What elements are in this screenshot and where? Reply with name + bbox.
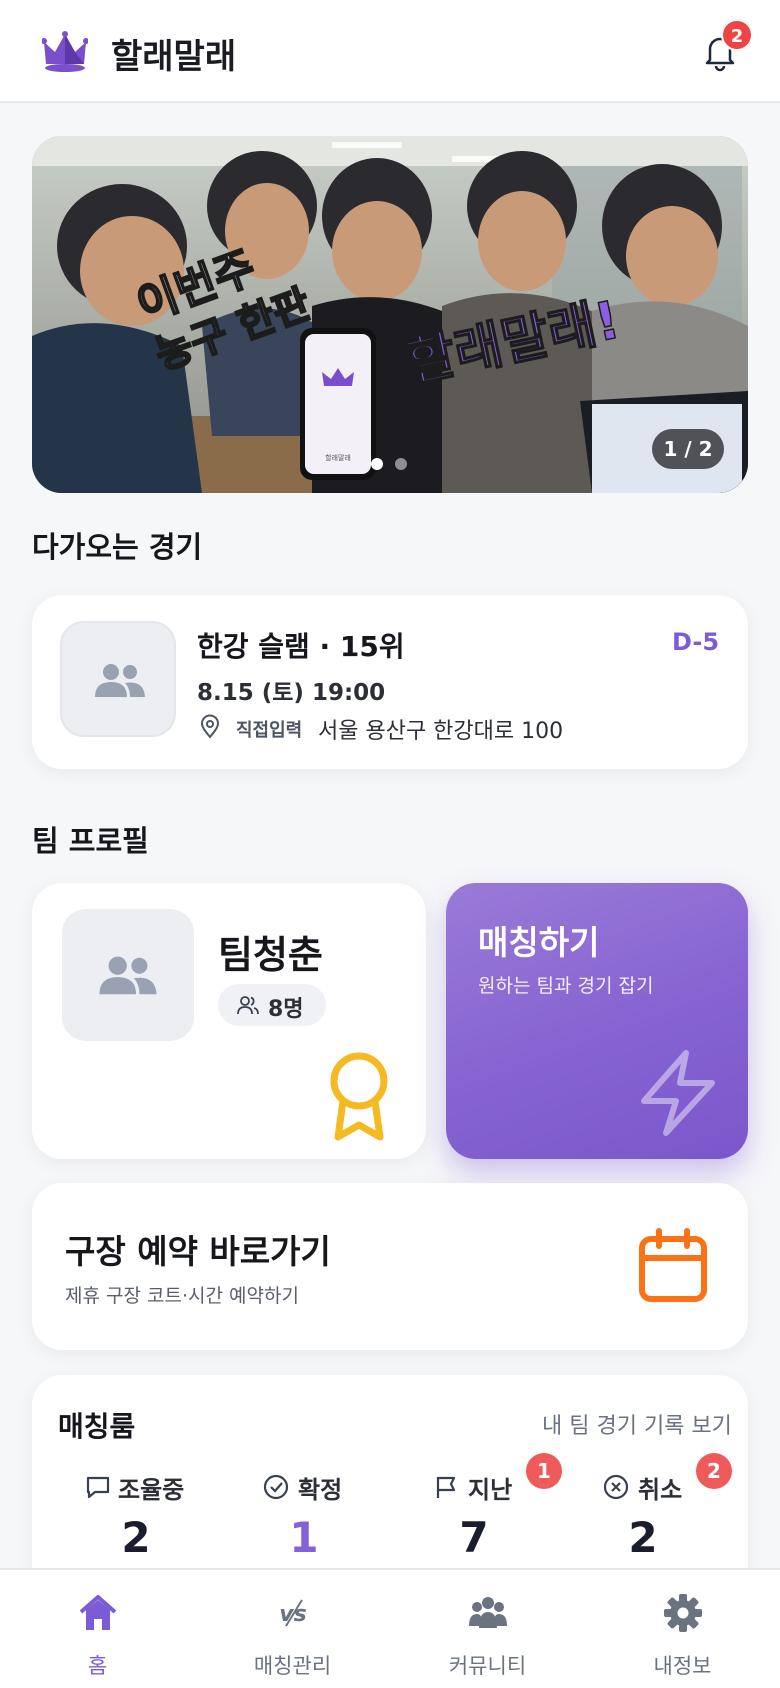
stat-badge-past: 1 — [526, 1453, 562, 1489]
stat-label-past[interactable]: 지난 — [468, 1470, 512, 1505]
match-datetime: 8.15 (토) 19:00 — [197, 680, 386, 706]
promo-banner[interactable]: 할래말래 이번주 농구 한판 할래말래! — [32, 136, 748, 493]
location-pin-icon — [200, 714, 220, 739]
bottom-nav: 홈 vs 매칭관리 커뮤니티 — [0, 1568, 780, 1688]
banner-illustration: 할래말래 이번주 농구 한판 할래말래! — [32, 136, 748, 493]
upcoming-section-title: 다가오는 경기 — [32, 530, 203, 564]
upcoming-match-card[interactable]: 한강 슬램 · 15위 D-5 8.15 (토) 19:00 직접입력 서울 용… — [32, 595, 748, 769]
home-icon — [79, 1595, 117, 1630]
nav-community-label: 커뮤니티 — [448, 1654, 527, 1678]
lightning-icon — [641, 1050, 715, 1136]
cancel-circle-icon — [603, 1474, 629, 1500]
location-tag: 직접입력 — [236, 720, 303, 741]
member-count-chip: 8명 — [218, 984, 326, 1026]
nav-my-info[interactable]: 내정보 — [585, 1570, 780, 1688]
team-icon — [99, 956, 157, 995]
slide-counter: 1 / 2 — [652, 429, 724, 469]
location-address: 서울 용산구 한강대로 100 — [318, 719, 564, 744]
reservation-title: 구장 예약 바로가기 — [65, 1232, 331, 1271]
members-icon — [237, 996, 259, 1015]
home-screen: 할래말래 2 할래말래 이번주 농구 한판 할래말래! 1 / 2 다가오는 경… — [0, 0, 780, 1688]
reservation-subtitle: 제휴 구장 코트·시간 예약하기 — [65, 1285, 299, 1307]
stat-label-negotiating[interactable]: 조율중 — [118, 1470, 184, 1505]
stat-badge-cancelled: 2 — [696, 1453, 732, 1489]
stat-value-confirmed: 1 — [289, 1513, 319, 1562]
matching-button[interactable]: 매칭하기 원하는 팀과 경기 잡기 — [446, 883, 748, 1159]
vs-icon: vs — [279, 1599, 307, 1627]
nav-home-label: 홈 — [87, 1654, 108, 1678]
match-title: 한강 슬램 · 15위 — [197, 630, 405, 663]
svg-text:할래말래: 할래말래 — [325, 453, 351, 462]
stat-label-confirmed[interactable]: 확정 — [298, 1470, 342, 1505]
nav-my-info-label: 내정보 — [653, 1654, 712, 1678]
stat-value-negotiating: 2 — [121, 1513, 151, 1562]
matching-room-card: 매칭룸 내 팀 경기 기록 보기 조율중 2 확정 1 지난 7 1 취소 2 … — [32, 1375, 748, 1575]
opponent-avatar — [60, 621, 176, 737]
app-title: 할래말래 — [111, 37, 237, 77]
stat-value-cancelled: 2 — [628, 1513, 658, 1562]
member-count: 8명 — [268, 997, 304, 1022]
chat-icon — [86, 1476, 110, 1499]
dday-badge: D-5 — [672, 628, 720, 656]
flag-icon — [436, 1476, 456, 1498]
award-badge-icon — [330, 1052, 388, 1141]
check-circle-icon — [263, 1474, 289, 1500]
stat-label-cancelled[interactable]: 취소 — [638, 1470, 682, 1505]
matching-button-title: 매칭하기 — [478, 923, 600, 962]
community-icon — [469, 1597, 507, 1628]
nav-matching-manage[interactable]: vs 매칭관리 — [195, 1570, 390, 1688]
team-avatar — [62, 909, 194, 1041]
app-header: 할래말래 2 — [0, 0, 780, 103]
team-name: 팀청춘 — [218, 933, 323, 977]
nav-matching-manage-label: 매칭관리 — [253, 1654, 332, 1678]
notification-badge: 2 — [721, 19, 753, 51]
gear-icon — [664, 1594, 702, 1632]
team-profile-card[interactable]: 팀청춘 8명 — [32, 883, 426, 1159]
nav-home[interactable]: 홈 — [0, 1570, 195, 1688]
stat-value-past: 7 — [459, 1513, 489, 1562]
carousel-dot[interactable] — [395, 458, 407, 470]
court-reservation-card[interactable]: 구장 예약 바로가기 제휴 구장 코트·시간 예약하기 — [32, 1183, 748, 1350]
matching-button-subtitle: 원하는 팀과 경기 잡기 — [478, 975, 654, 997]
nav-community[interactable]: 커뮤니티 — [390, 1570, 585, 1688]
team-profile-section-title: 팀 프로필 — [32, 824, 149, 858]
team-records-link[interactable]: 내 팀 경기 기록 보기 — [542, 1408, 732, 1440]
calendar-icon — [639, 1228, 707, 1302]
matching-room-title: 매칭룸 — [58, 1410, 136, 1443]
crown-logo-icon — [42, 31, 88, 72]
carousel-dot-active[interactable] — [371, 458, 383, 470]
team-icon — [95, 664, 145, 697]
